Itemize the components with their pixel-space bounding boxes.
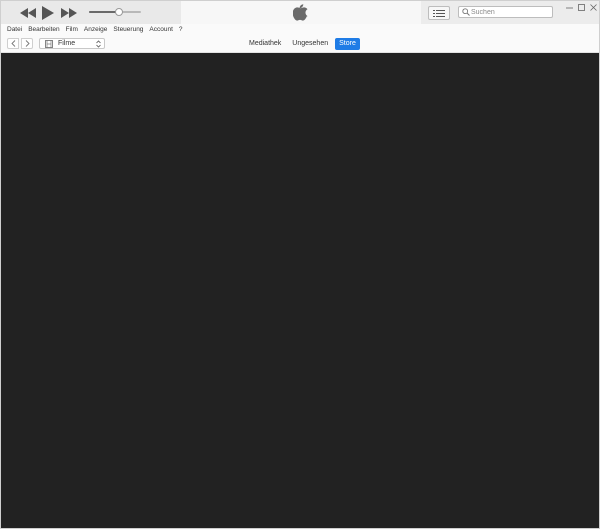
tab-ungesehen[interactable]: Ungesehen	[288, 38, 332, 50]
chevron-left-icon	[10, 40, 15, 47]
chevron-updown-icon	[96, 40, 101, 48]
toolbar	[1, 1, 599, 24]
menu-steuerung[interactable]: Steuerung	[113, 24, 143, 36]
search-input[interactable]	[471, 7, 549, 17]
navigation-bar: Filme Mediathek Ungesehen Store	[1, 36, 599, 53]
menu-film[interactable]: Film	[66, 24, 78, 36]
media-type-selector[interactable]: Filme	[39, 38, 105, 49]
search-icon	[462, 8, 470, 16]
chevron-right-icon	[25, 40, 30, 47]
tab-mediathek[interactable]: Mediathek	[245, 38, 285, 50]
menu-bearbeiten[interactable]: Bearbeiten	[28, 24, 59, 36]
previous-track-button[interactable]	[20, 6, 36, 19]
itunes-window: Datei Bearbeiten Film Anzeige Steuerung …	[0, 0, 600, 529]
back-button[interactable]	[7, 38, 19, 49]
menu-account[interactable]: Account	[149, 24, 173, 36]
play-button[interactable]	[41, 5, 55, 20]
minimize-icon	[565, 7, 573, 8]
up-next-list-button[interactable]	[428, 6, 450, 20]
menu-bar: Datei Bearbeiten Film Anzeige Steuerung …	[1, 24, 599, 36]
media-type-label: Filme	[58, 40, 76, 47]
menu-help[interactable]: ?	[179, 24, 183, 36]
maximize-icon	[577, 3, 585, 11]
close-icon	[589, 3, 597, 11]
next-track-button[interactable]	[61, 6, 77, 19]
fast-forward-icon	[61, 7, 77, 18]
list-icon	[433, 9, 445, 17]
apple-logo-icon	[293, 4, 308, 21]
rewind-icon	[20, 7, 36, 18]
film-icon	[45, 40, 53, 48]
search-field[interactable]	[458, 6, 553, 18]
library-tabs: Mediathek Ungesehen Store	[245, 38, 363, 50]
tab-store[interactable]: Store	[335, 38, 360, 50]
play-icon	[42, 5, 54, 20]
store-content-area	[1, 53, 599, 528]
minimize-button[interactable]	[564, 3, 574, 11]
forward-button[interactable]	[21, 38, 33, 49]
menu-datei[interactable]: Datei	[7, 24, 22, 36]
maximize-button[interactable]	[576, 3, 586, 11]
close-button[interactable]	[588, 3, 598, 11]
volume-slider[interactable]	[89, 8, 141, 16]
menu-anzeige[interactable]: Anzeige	[84, 24, 108, 36]
